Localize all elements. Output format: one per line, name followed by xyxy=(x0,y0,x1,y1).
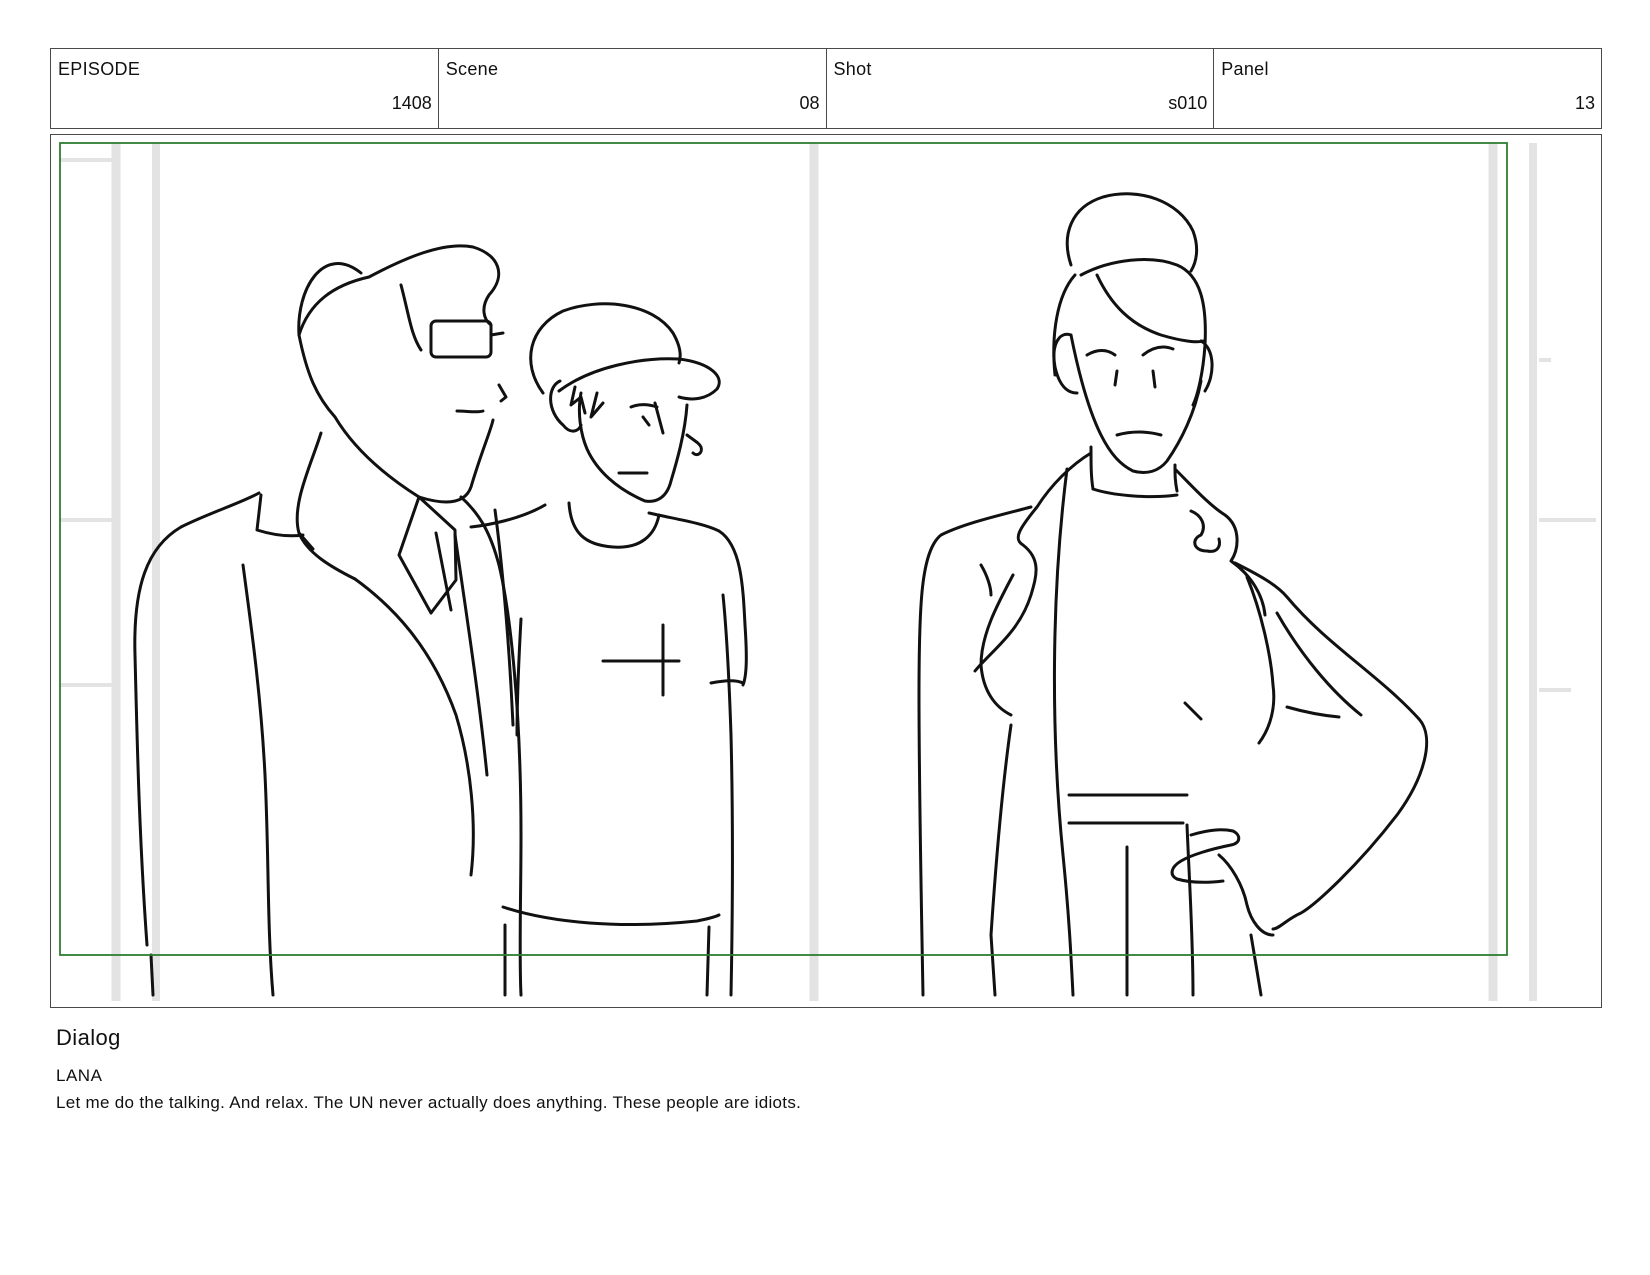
scene-label: Scene xyxy=(445,59,499,79)
safe-area-guide xyxy=(59,142,1508,956)
panel-label: Panel xyxy=(1221,59,1269,79)
episode-label: EPISODE xyxy=(58,59,141,79)
panel-drawing xyxy=(59,142,1596,1001)
storyboard-panel-frame xyxy=(50,134,1602,1008)
shot-value: s010 xyxy=(1168,93,1208,113)
scene-value: 08 xyxy=(799,93,820,113)
dialog-heading: Dialog xyxy=(56,1025,121,1050)
lana-figure xyxy=(917,192,1429,997)
episode-cell: EPISODE 1408 xyxy=(51,49,439,128)
shot-label: Shot xyxy=(833,59,872,79)
dialog-line: Let me do the talking. And relax. The UN… xyxy=(56,1093,802,1112)
dialog-speaker: LANA xyxy=(56,1066,103,1085)
storyboard-header: EPISODE 1408 Scene 08 Shot s010 Panel 13 xyxy=(50,48,1602,129)
background-structure xyxy=(59,143,1596,1001)
shot-cell: Shot s010 xyxy=(827,49,1215,128)
episode-value: 1408 xyxy=(391,93,432,113)
man-with-glasses-figure xyxy=(133,244,523,997)
panel-cell: Panel 13 xyxy=(1214,49,1601,128)
scene-cell: Scene 08 xyxy=(439,49,827,128)
panel-value: 13 xyxy=(1574,93,1595,113)
